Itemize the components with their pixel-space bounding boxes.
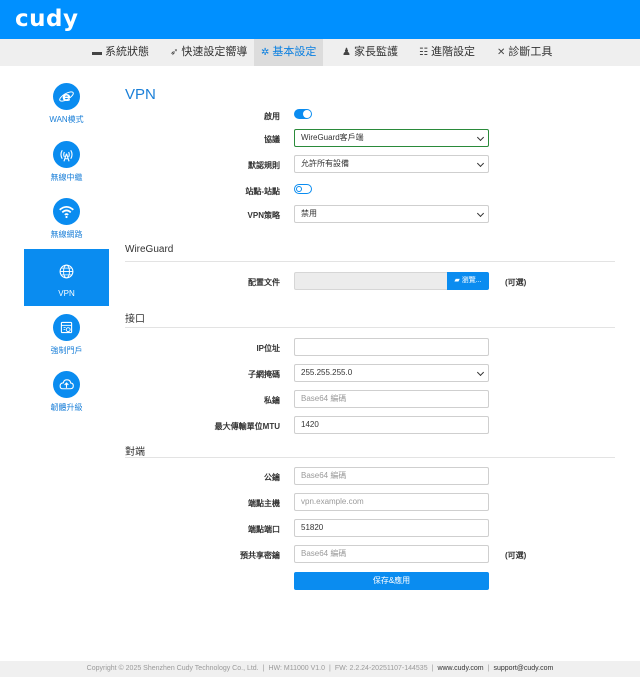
globe-icon: [53, 258, 80, 285]
ip-address-label: IP位址: [256, 344, 280, 353]
tools-icon: ✕: [497, 47, 506, 58]
subnet-mask-label: 子網掩碼: [248, 370, 280, 379]
endpoint-port-label: 端點端口: [248, 525, 280, 534]
default-rule-select[interactable]: 允許所有設備: [294, 155, 489, 173]
sidebar-item-wireless-repeater[interactable]: 無線中繼: [24, 135, 109, 192]
config-file-label: 配置文件: [248, 278, 280, 287]
section-divider: [125, 261, 615, 262]
toggle-knob: [296, 186, 302, 192]
family-icon: ♟: [342, 47, 351, 58]
tab-diagnostics[interactable]: ✕ 診斷工具: [490, 39, 559, 66]
tab-basic-settings[interactable]: ✲ 基本設定: [254, 39, 324, 66]
gear-icon: ✲: [261, 47, 270, 58]
toggle-knob: [303, 110, 311, 118]
protocol-select[interactable]: WireGuard客戶端: [294, 129, 489, 147]
page-title: VPN: [125, 86, 156, 103]
footer-hardware-version: HW: M11000 V1.0: [268, 665, 326, 672]
sliders-icon: ☷: [419, 47, 428, 58]
section-title-wireguard: WireGuard: [125, 244, 174, 255]
portal-icon: [53, 314, 80, 341]
top-bar: cudy: [0, 0, 640, 39]
ip-address-input[interactable]: [294, 338, 489, 356]
footer: Copyright © 2025 Shenzhen Cudy Technolog…: [0, 661, 640, 677]
endpoint-host-label: 端點主機: [248, 499, 280, 508]
section-title-interface: 接口: [125, 314, 145, 325]
monitor-icon: ▬: [92, 47, 102, 58]
optional-note: (可選): [505, 551, 527, 560]
public-key-label: 公鑰: [264, 473, 280, 482]
config-file-input[interactable]: [294, 272, 447, 290]
public-key-input[interactable]: Base64 編碼: [294, 467, 489, 485]
subnet-mask-select[interactable]: 255.255.255.0: [294, 364, 489, 382]
cloud-upload-icon: [53, 371, 80, 398]
default-rule-label: 默認規則: [248, 161, 280, 170]
enable-toggle[interactable]: [294, 109, 312, 119]
footer-email-link[interactable]: support@cudy.com: [493, 665, 553, 672]
section-title-peer: 對端: [125, 447, 145, 458]
preshared-key-label: 預共享密鑰: [240, 551, 280, 560]
wifi-icon: [53, 198, 80, 225]
preshared-key-input[interactable]: Base64 編碼: [294, 545, 489, 563]
tab-advanced-settings[interactable]: ☷ 進階設定: [412, 39, 482, 66]
enable-label: 啟用: [264, 112, 280, 121]
sidebar-item-firmware-upgrade[interactable]: 韌體升級: [24, 365, 109, 422]
sidebar-item-wireless-network[interactable]: 無線網路: [24, 192, 109, 249]
main-nav: ▬ 系統狀態 ➶ 快速設定嚮導 ✲ 基本設定 ♟ 家長監護 ☷ 進階設定 ✕ 診斷工具: [0, 39, 640, 66]
wifi-repeater-icon: [53, 141, 80, 168]
footer-website-link[interactable]: www.cudy.com: [437, 665, 483, 672]
private-key-label: 私鑰: [264, 396, 280, 405]
footer-firmware-version: FW: 2.2.24-20251107-144535: [334, 665, 428, 672]
footer-copyright: Copyright © 2025 Shenzhen Cudy Technolog…: [86, 665, 259, 672]
section-divider: [125, 457, 615, 458]
optional-note: (可選): [505, 278, 527, 287]
folder-icon: ▰: [454, 277, 460, 284]
sidebar-item-wan-mode[interactable]: e WAN模式: [24, 77, 109, 134]
tab-system-status[interactable]: ▬ 系統狀態: [85, 39, 156, 66]
site-to-site-label: 站點-站點: [245, 187, 280, 196]
site-to-site-toggle[interactable]: [294, 184, 312, 194]
save-apply-button[interactable]: 保存&應用: [294, 572, 489, 590]
mtu-label: 最大傳輸單位MTU: [214, 422, 280, 431]
sidebar-item-vpn[interactable]: VPN: [24, 249, 109, 306]
section-divider: [125, 327, 615, 328]
endpoint-port-input[interactable]: 51820: [294, 519, 489, 537]
protocol-label: 協議: [264, 135, 280, 144]
internet-explorer-icon: e: [53, 83, 80, 110]
sidebar-item-captive-portal[interactable]: 強制門戶: [24, 308, 109, 365]
cudy-logo[interactable]: cudy: [15, 6, 78, 32]
vpn-policy-select[interactable]: 禁用: [294, 205, 489, 223]
tab-quick-setup[interactable]: ➶ 快速設定嚮導: [163, 39, 254, 66]
private-key-input[interactable]: Base64 編碼: [294, 390, 489, 408]
browse-button[interactable]: ▰ 瀏覽...: [447, 272, 489, 290]
endpoint-host-input[interactable]: vpn.example.com: [294, 493, 489, 511]
tab-parental-control[interactable]: ♟ 家長監護: [335, 39, 405, 66]
vpn-policy-label: VPN策略: [247, 211, 280, 220]
mtu-input[interactable]: 1420: [294, 416, 489, 434]
rocket-icon: ➶: [170, 47, 179, 58]
